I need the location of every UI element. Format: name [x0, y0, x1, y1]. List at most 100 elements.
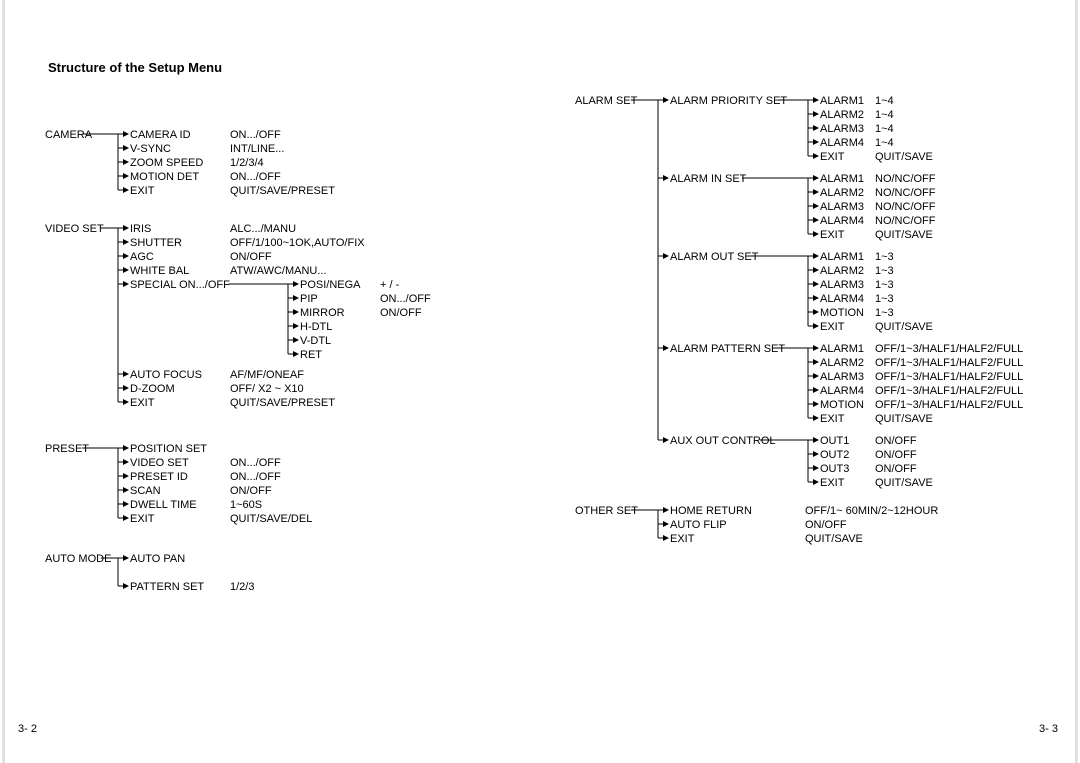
menu-item: H-DTL [300, 321, 332, 333]
menu-item: ALARM4 [820, 385, 864, 397]
menu-item: ALARM4 [820, 293, 864, 305]
menu-item: ALARM2 [820, 109, 864, 121]
menu-item: MOTION DET [130, 171, 199, 183]
menu-value: ON/OFF [875, 435, 917, 447]
menu-value: ON/OFF [230, 485, 272, 497]
menu-value: 1~4 [875, 109, 894, 121]
menu-value: QUIT/SAVE [875, 151, 933, 163]
page-spine-left [2, 0, 5, 763]
menu-item: ALARM3 [820, 371, 864, 383]
menu-value: NO/NC/OFF [875, 173, 936, 185]
menu-value: NO/NC/OFF [875, 187, 936, 199]
menu-item: ALARM2 [820, 187, 864, 199]
menu-item: PIP [300, 293, 318, 305]
menu-item: VIDEO SET [130, 457, 189, 469]
menu-value: 1~3 [875, 307, 894, 319]
menu-item: AUTO PAN [130, 553, 185, 565]
menu-item: EXIT [820, 477, 845, 489]
menu-value: QUIT/SAVE [875, 229, 933, 241]
menu-item: OUT2 [820, 449, 849, 461]
menu-item: AGC [130, 251, 154, 263]
menu-value: ON/OFF [380, 307, 422, 319]
menu-heading: ALARM SET [575, 95, 638, 107]
menu-item: V-SYNC [130, 143, 171, 155]
menu-value: 1~4 [875, 137, 894, 149]
menu-item: MOTION [820, 399, 864, 411]
menu-item: SCAN [130, 485, 161, 497]
menu-value: NO/NC/OFF [875, 201, 936, 213]
menu-value: OFF/1~3/HALF1/HALF2/FULL [875, 357, 1023, 369]
menu-item: ALARM1 [820, 251, 864, 263]
menu-value: ON.../OFF [230, 129, 281, 141]
page-number-right: 3- 3 [1039, 723, 1058, 735]
menu-value: OFF/1~3/HALF1/HALF2/FULL [875, 385, 1023, 397]
menu-value: ON/OFF [805, 519, 847, 531]
menu-item: EXIT [820, 229, 845, 241]
menu-value: ON.../OFF [230, 471, 281, 483]
menu-item: MOTION [820, 307, 864, 319]
menu-value: QUIT/SAVE/PRESET [230, 397, 335, 409]
menu-value: QUIT/SAVE [875, 413, 933, 425]
menu-heading: OTHER SET [575, 505, 638, 517]
menu-value: INT/LINE... [230, 143, 284, 155]
menu-heading: PRESET [45, 443, 89, 455]
menu-value: OFF/1~3/HALF1/HALF2/FULL [875, 399, 1023, 411]
menu-item: CAMERA ID [130, 129, 191, 141]
menu-value: ON/OFF [875, 449, 917, 461]
menu-heading: ALARM PATTERN SET [670, 343, 785, 355]
menu-value: OFF/1~ 60MIN/2~12HOUR [805, 505, 938, 517]
menu-item: OUT3 [820, 463, 849, 475]
menu-item: ALARM4 [820, 215, 864, 227]
menu-item: EXIT [130, 397, 155, 409]
page-title: Structure of the Setup Menu [48, 60, 222, 75]
menu-value: ON.../OFF [380, 293, 431, 305]
menu-value: ON/OFF [230, 251, 272, 263]
menu-value: 1~4 [875, 123, 894, 135]
page-spine-right [1075, 0, 1078, 763]
menu-item: ALARM3 [820, 201, 864, 213]
menu-item: ALARM1 [820, 95, 864, 107]
menu-heading: CAMERA [45, 129, 93, 141]
menu-item: RET [300, 349, 322, 361]
menu-item: EXIT [130, 513, 155, 525]
menu-value: QUIT/SAVE/DEL [230, 513, 312, 525]
menu-item: ZOOM SPEED [130, 157, 203, 169]
menu-item: DWELL TIME [130, 499, 197, 511]
menu-heading: ALARM IN SET [670, 173, 747, 185]
menu-item: POSI/NEGA [300, 279, 361, 291]
menu-item: V-DTL [300, 335, 331, 347]
menu-value: 1~4 [875, 95, 894, 107]
menu-value: QUIT/SAVE/PRESET [230, 185, 335, 197]
page-number-left: 3- 2 [18, 723, 37, 735]
menu-item: MIRROR [300, 307, 345, 319]
menu-value: OFF/ X2 ~ X10 [230, 383, 304, 395]
menu-item: ALARM2 [820, 265, 864, 277]
menu-value: 1/2/3/4 [230, 157, 264, 169]
menu-item: ALARM4 [820, 137, 864, 149]
menu-value: + / - [380, 279, 400, 291]
menu-item: EXIT [820, 413, 845, 425]
menu-item: AUTO FOCUS [130, 369, 202, 381]
menu-value: OFF/1~3/HALF1/HALF2/FULL [875, 371, 1023, 383]
menu-value: ALC.../MANU [230, 223, 296, 235]
menu-item: EXIT [130, 185, 155, 197]
menu-value: OFF/1~3/HALF1/HALF2/FULL [875, 343, 1023, 355]
menu-item: PATTERN SET [130, 581, 204, 593]
menu-item: HOME RETURN [670, 505, 752, 517]
menu-value: ON.../OFF [230, 457, 281, 469]
menu-value: ON/OFF [875, 463, 917, 475]
menu-value: OFF/1/100~1OK,AUTO/FIX [230, 237, 365, 249]
menu-item: EXIT [670, 533, 695, 545]
menu-item: ALARM1 [820, 343, 864, 355]
menu-heading: VIDEO SET [45, 223, 104, 235]
menu-item: ALARM3 [820, 279, 864, 291]
menu-value: 1~3 [875, 265, 894, 277]
menu-item: EXIT [820, 151, 845, 163]
menu-item: WHITE BAL [130, 265, 189, 277]
menu-tree-svg: CAMERA CAMERA ID ON.../OFF V-SYNC INT/LINE..… [0, 0, 1080, 763]
menu-value: QUIT/SAVE [875, 477, 933, 489]
menu-value: 1/2/3 [230, 581, 254, 593]
menu-item: ALARM1 [820, 173, 864, 185]
menu-heading: AUX OUT CONTROL [670, 435, 776, 447]
menu-item: AUTO FLIP [670, 519, 727, 531]
